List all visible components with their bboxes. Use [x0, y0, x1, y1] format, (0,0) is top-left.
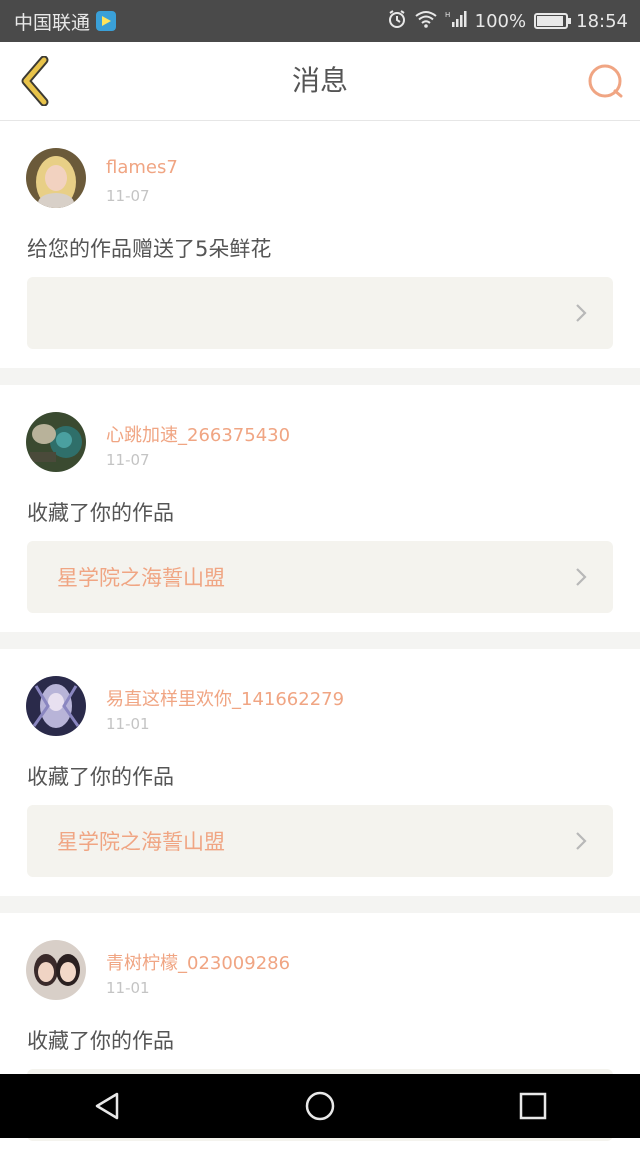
- work-title: 星学院之海誓山盟: [57, 830, 225, 854]
- avatar[interactable]: [26, 676, 86, 736]
- search-icon: [588, 64, 623, 98]
- message-date: 11-07: [106, 187, 150, 205]
- chevron-right-icon: [576, 832, 587, 850]
- carrier-name: 中国联通: [14, 11, 91, 34]
- status-bar-left: 中国联通: [14, 8, 117, 35]
- message-text: 收藏了你的作品: [27, 1029, 174, 1053]
- alarm-icon: [387, 9, 407, 34]
- message-text: 收藏了你的作品: [27, 765, 174, 789]
- message-list: flames7 11-07 给您的作品赠送了5朵鲜花 心跳加速_26637543…: [0, 121, 640, 1160]
- app-notification-icon: [96, 11, 117, 31]
- username[interactable]: 心跳加速_266375430: [106, 421, 290, 447]
- battery-percent: 100%: [474, 10, 527, 32]
- svg-text:H: H: [445, 11, 450, 19]
- username[interactable]: 青树柠檬_023009286: [106, 949, 290, 975]
- chevron-right-icon: [576, 304, 587, 322]
- clock-time: 18:54: [576, 10, 628, 32]
- work-link[interactable]: 星学院之海誓山盟: [27, 541, 613, 613]
- battery-icon: [534, 13, 572, 29]
- work-title: 星学院之海誓山盟: [57, 566, 225, 590]
- circle-home-icon: [305, 1091, 335, 1121]
- divider: [0, 632, 640, 649]
- avatar[interactable]: [26, 940, 86, 1000]
- message-text: 给您的作品赠送了5朵鲜花: [27, 237, 272, 261]
- chevron-right-icon: [576, 568, 587, 586]
- avatar[interactable]: [26, 148, 86, 208]
- message-card: flames7 11-07 给您的作品赠送了5朵鲜花: [0, 121, 640, 368]
- divider: [0, 896, 640, 913]
- message-date: 11-01: [106, 979, 150, 997]
- status-bar: 中国联通 H 100% 18:54: [0, 0, 640, 42]
- system-nav-bar: [0, 1074, 640, 1138]
- message-date: 11-07: [106, 451, 150, 469]
- username[interactable]: flames7: [106, 157, 178, 178]
- search-button[interactable]: [586, 62, 626, 102]
- username[interactable]: 易直这样里欢你_141662279: [106, 685, 344, 711]
- top-app-bar: 消息: [0, 42, 640, 121]
- wifi-icon: [415, 10, 437, 33]
- message-date: 11-01: [106, 715, 150, 733]
- work-link[interactable]: [27, 277, 613, 349]
- signal-icon: H: [445, 10, 467, 33]
- message-card: 易直这样里欢你_141662279 11-01 收藏了你的作品 星学院之海誓山盟: [0, 649, 640, 896]
- message-card: 心跳加速_266375430 11-07 收藏了你的作品 星学院之海誓山盟: [0, 385, 640, 632]
- nav-back-button[interactable]: [77, 1076, 137, 1136]
- work-link[interactable]: 星学院之海誓山盟: [27, 805, 613, 877]
- square-recents-icon: [520, 1092, 547, 1120]
- page-title: 消息: [291, 64, 348, 97]
- status-bar-right: H 100% 18:54: [387, 9, 628, 34]
- message-text: 收藏了你的作品: [27, 501, 174, 525]
- triangle-back-icon: [95, 1092, 118, 1120]
- avatar[interactable]: [26, 412, 86, 472]
- divider: [0, 368, 640, 385]
- nav-home-button[interactable]: [290, 1076, 350, 1136]
- nav-recents-button[interactable]: [503, 1076, 563, 1136]
